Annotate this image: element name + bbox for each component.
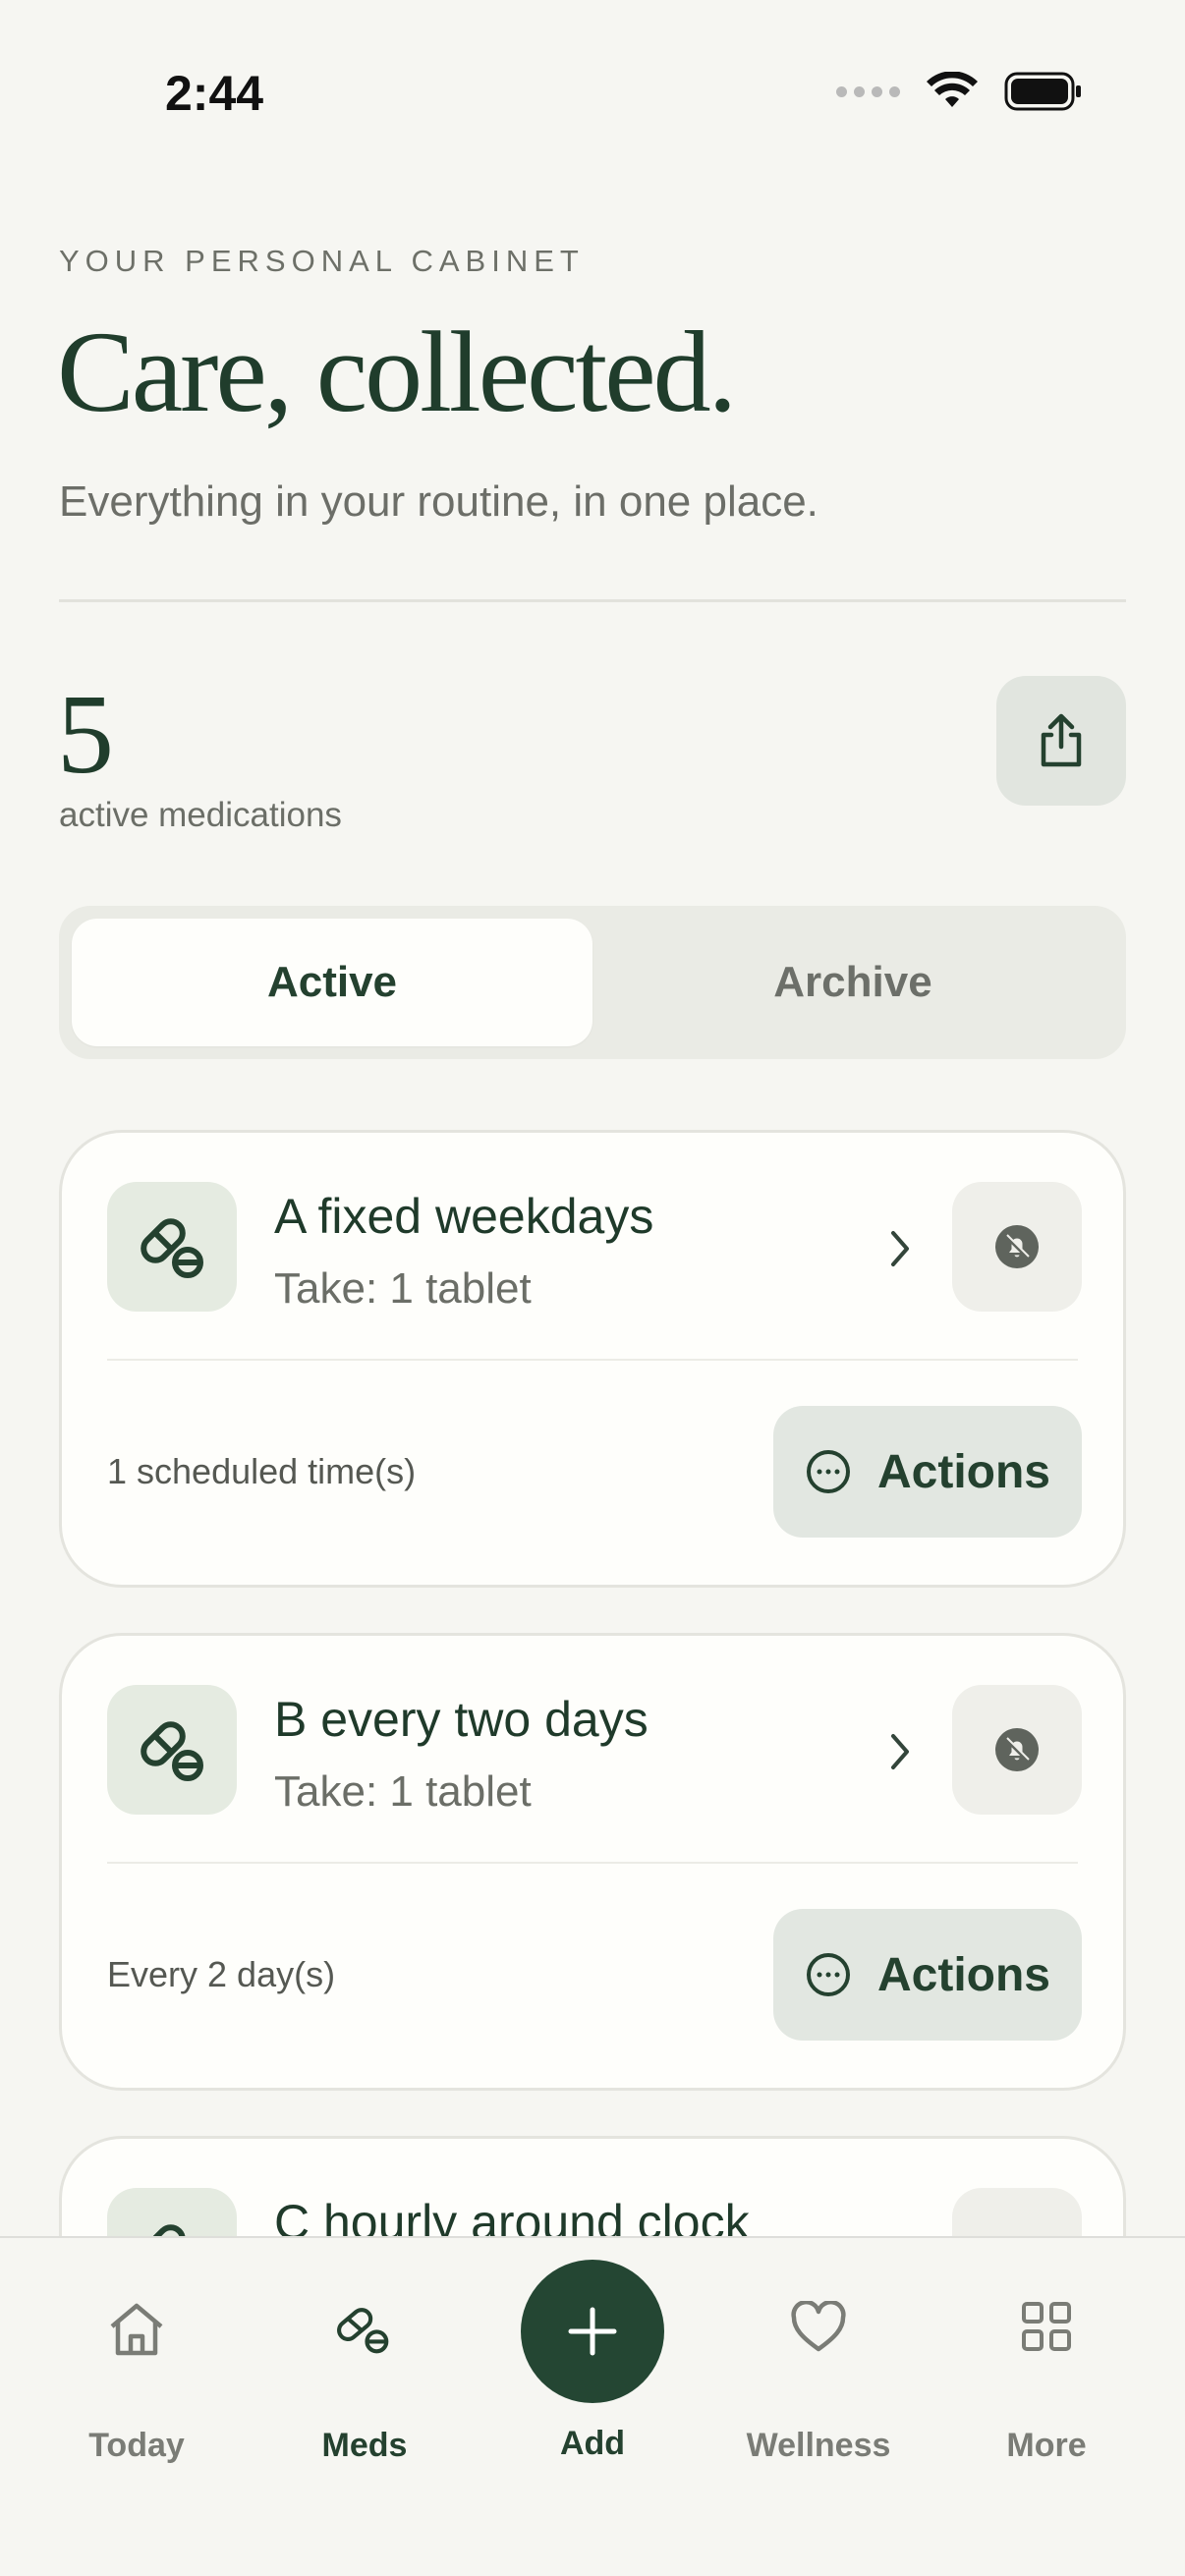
actions-button[interactable]: Actions <box>773 1909 1082 2041</box>
bell-slash-icon <box>995 1225 1039 1268</box>
medication-card[interactable]: A fixed weekdays Take: 1 tablet 1 schedu… <box>59 1130 1126 1588</box>
share-icon <box>1041 713 1082 767</box>
header-eyebrow: YOUR PERSONAL CABINET <box>59 244 585 278</box>
tab-meds-label: Meds <box>321 2427 408 2464</box>
tab-wellness-label: Wellness <box>746 2427 891 2464</box>
medication-schedule: Every 2 day(s) <box>107 1954 336 1994</box>
pill-icon <box>337 2308 389 2354</box>
medication-name: A fixed weekdays <box>274 1189 654 1244</box>
wifi-icon <box>927 72 978 107</box>
plus-icon <box>568 2307 617 2356</box>
status-icons <box>836 71 1083 112</box>
active-count-label: active medications <box>59 796 342 834</box>
medication-card[interactable]: B every two days Take: 1 tablet Every 2 … <box>59 1633 1126 2091</box>
pill-icon <box>141 1721 203 1781</box>
header-divider <box>59 599 1126 602</box>
heart-icon <box>791 2301 846 2352</box>
pill-icon-tile <box>107 1685 237 1815</box>
card-divider <box>107 1862 1078 1864</box>
chevron-right-icon[interactable] <box>885 1227 915 1270</box>
more-circle-icon <box>806 1450 850 1493</box>
cellular-signal-icon <box>836 85 900 97</box>
chevron-right-icon[interactable] <box>885 1730 915 1773</box>
medication-dose: Take: 1 tablet <box>274 1767 532 1816</box>
actions-button[interactable]: Actions <box>773 1406 1082 1538</box>
medication-schedule: 1 scheduled time(s) <box>107 1451 417 1491</box>
segment-active[interactable]: Active <box>72 919 592 1046</box>
pill-icon-tile <box>107 1182 237 1312</box>
tab-today-label: Today <box>88 2427 185 2464</box>
actions-label: Actions <box>876 1948 1050 2001</box>
grid-icon <box>1022 2302 1071 2351</box>
medication-dose: Take: 1 tablet <box>274 1264 532 1313</box>
segment-archive[interactable]: Archive <box>592 919 1113 1046</box>
tab-more-label: More <box>1006 2427 1087 2464</box>
battery-icon <box>1004 72 1081 111</box>
medication-name: B every two days <box>274 1692 649 1747</box>
pill-icon <box>141 1218 203 1278</box>
actions-label: Actions <box>876 1445 1050 1498</box>
screen: 2:44 YOUR PERSONAL CABINET Care, collect… <box>0 0 1185 2576</box>
add-button-label: Add <box>559 2425 626 2462</box>
page-title: Care, collected. <box>57 308 737 436</box>
add-button[interactable] <box>521 2260 664 2403</box>
active-count: 5 <box>57 672 114 798</box>
reminder-mute-button[interactable] <box>952 1182 1082 1312</box>
bell-slash-icon <box>995 1728 1039 1771</box>
status-time: 2:44 <box>165 66 264 121</box>
page-subtitle: Everything in your routine, in one place… <box>59 477 818 526</box>
card-divider <box>107 1359 1078 1361</box>
reminder-mute-button[interactable] <box>952 1685 1082 1815</box>
more-circle-icon <box>806 1953 850 1996</box>
share-button[interactable] <box>996 676 1126 806</box>
house-icon <box>110 2303 163 2356</box>
status-segmented-control: Active Archive <box>59 906 1126 1059</box>
